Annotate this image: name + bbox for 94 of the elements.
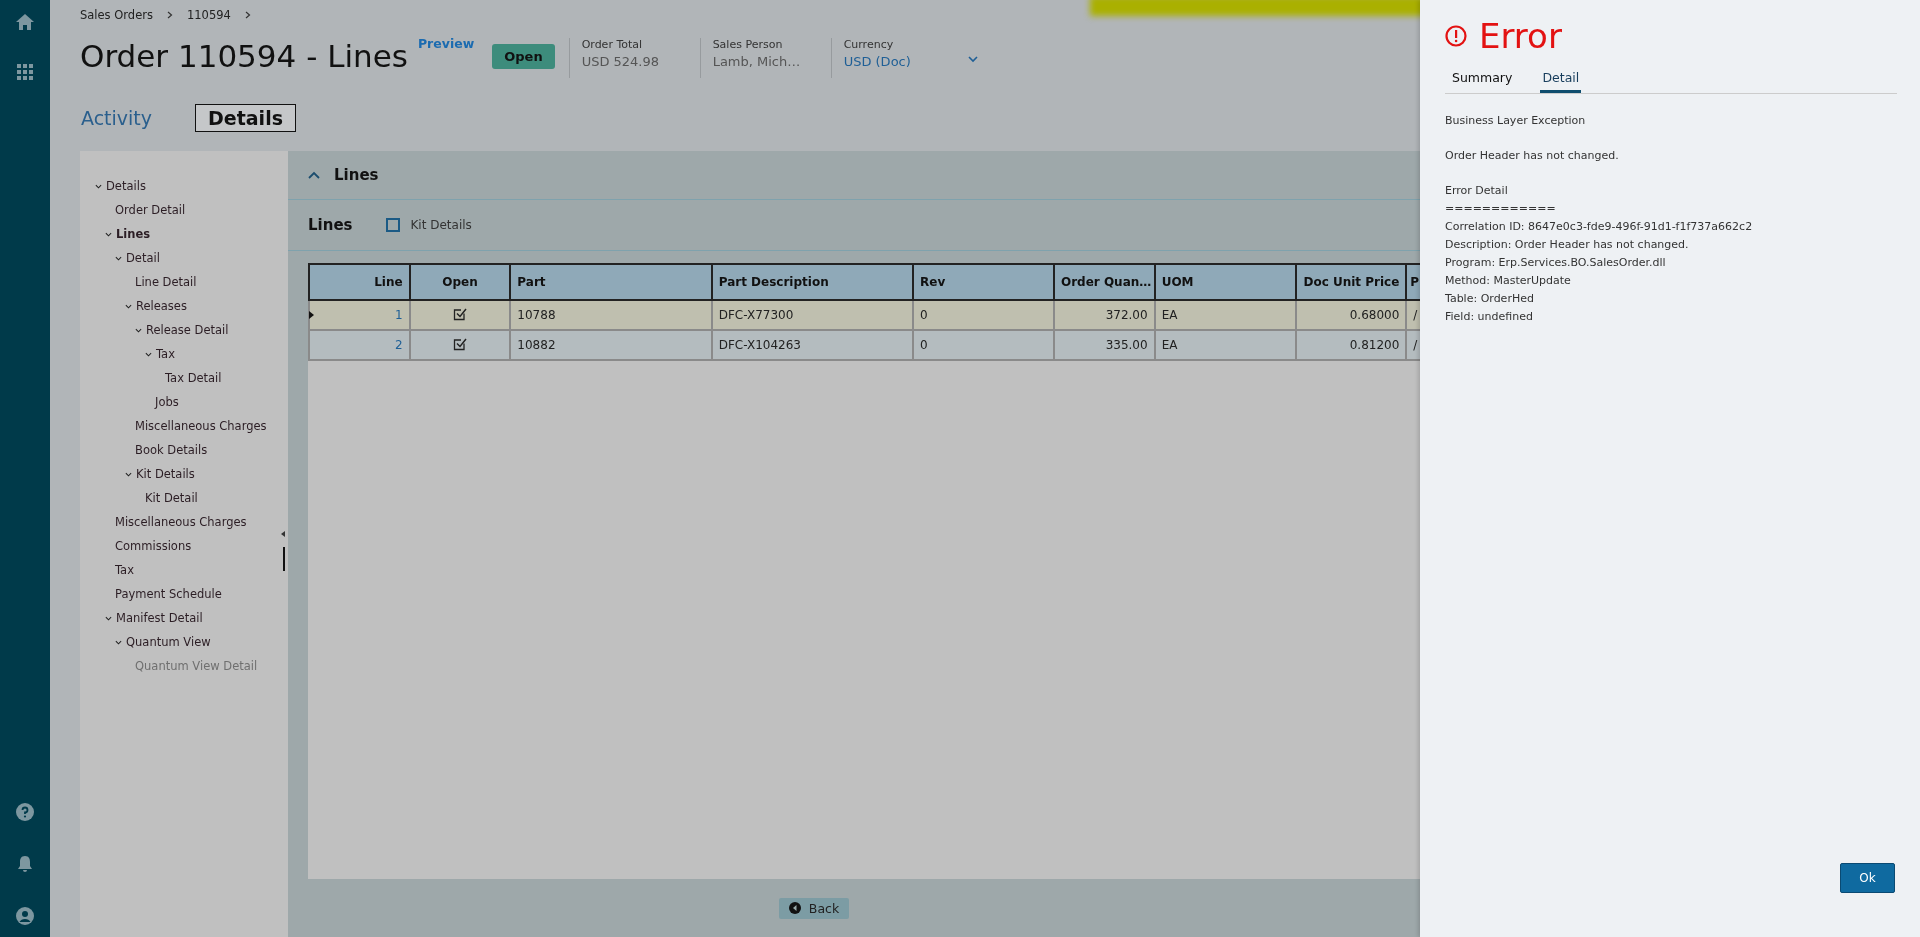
column-header[interactable]: Part Description bbox=[711, 264, 914, 300]
error-text: ============ bbox=[1445, 201, 1557, 217]
table-cell: 335.00 bbox=[1105, 338, 1148, 352]
tree-item[interactable]: Miscellaneous Charges bbox=[135, 419, 267, 433]
table-cell: 372.00 bbox=[1105, 308, 1148, 322]
tree-item[interactable]: Jobs bbox=[155, 395, 179, 409]
bell-icon[interactable] bbox=[17, 855, 33, 873]
checkbox-label: Kit Details bbox=[410, 218, 472, 232]
table-cell: 0.81200 bbox=[1349, 338, 1400, 352]
help-icon[interactable] bbox=[16, 803, 34, 821]
column-header[interactable]: Line bbox=[309, 264, 410, 300]
chevron-icon[interactable] bbox=[125, 302, 132, 310]
field-label: Sales Person bbox=[712, 38, 784, 51]
grid-title: Lines bbox=[308, 216, 353, 234]
line-number: 2 bbox=[395, 338, 403, 352]
chevron-icon[interactable] bbox=[105, 230, 112, 238]
error-text: Correlation ID: 8647e0c3-fde9-496f-91d1-f1f737a662c2 bbox=[1445, 219, 1754, 235]
chevron-icon[interactable] bbox=[115, 254, 122, 262]
tree-item[interactable]: Manifest Detail bbox=[116, 611, 203, 625]
status-badge: Open bbox=[492, 44, 555, 69]
field-value: USD 524.98 bbox=[581, 54, 661, 69]
field-value: Lamb, Mich… bbox=[712, 54, 802, 69]
error-title: Error bbox=[1479, 16, 1562, 56]
error-icon bbox=[1445, 25, 1467, 47]
breadcrumb-link[interactable]: 110594 bbox=[186, 8, 231, 22]
error-text: Error Detail bbox=[1445, 183, 1509, 199]
chevron-icon[interactable] bbox=[135, 326, 142, 334]
tree-item[interactable]: Tax bbox=[115, 563, 134, 577]
error-text: Method: MasterUpdate bbox=[1445, 273, 1572, 289]
error-text: Order Header has not changed. bbox=[1445, 148, 1620, 164]
kit-details-checkbox[interactable] bbox=[386, 218, 401, 232]
tree-item[interactable]: Commissions bbox=[115, 539, 192, 553]
table-cell: EA bbox=[1161, 308, 1178, 322]
chevron-icon[interactable] bbox=[145, 350, 152, 358]
table-cell: 0 bbox=[920, 308, 928, 322]
table-cell: DFC-X77300 bbox=[718, 308, 794, 322]
tree-item[interactable]: Order Detail bbox=[115, 203, 186, 217]
chevron-icon[interactable] bbox=[105, 614, 112, 622]
chevron-right-icon bbox=[166, 11, 173, 19]
tree-item[interactable]: Kit Detail bbox=[145, 491, 198, 505]
tree-item[interactable]: Miscellaneous Charges bbox=[115, 515, 247, 529]
error-tab[interactable]: Summary bbox=[1450, 66, 1515, 93]
home-icon[interactable] bbox=[16, 14, 34, 30]
tree-item[interactable]: Details bbox=[106, 179, 146, 193]
chevron-icon[interactable] bbox=[125, 470, 132, 478]
tree-item[interactable]: Book Details bbox=[135, 443, 208, 457]
apps-grid-icon[interactable] bbox=[17, 64, 33, 80]
table-cell: / bbox=[1413, 338, 1418, 352]
tree-item[interactable]: Tax bbox=[156, 347, 175, 361]
collapse-handle-icon[interactable] bbox=[280, 531, 286, 571]
field-label: Currency bbox=[843, 38, 895, 51]
tree-item[interactable]: Payment Schedule bbox=[115, 587, 222, 601]
column-header[interactable]: Doc Unit Price bbox=[1295, 264, 1407, 300]
page-tab[interactable]: Details bbox=[195, 104, 296, 132]
row-pointer-icon bbox=[309, 311, 314, 319]
chevron-icon[interactable] bbox=[115, 638, 122, 646]
column-header[interactable]: Order Quan… bbox=[1053, 264, 1155, 300]
error-text: Field: undefined bbox=[1445, 309, 1534, 325]
tree-item[interactable]: Releases bbox=[136, 299, 187, 313]
tree-item[interactable]: Tax Detail bbox=[165, 371, 222, 385]
error-text: Table: OrderHed bbox=[1445, 291, 1535, 307]
table-cell: 10882 bbox=[517, 338, 556, 352]
chevron-up-icon[interactable] bbox=[308, 171, 320, 179]
tree-item[interactable]: Lines bbox=[116, 227, 151, 241]
chevron-icon[interactable] bbox=[95, 182, 102, 190]
page-title: Order 110594 - Lines bbox=[80, 38, 408, 74]
tree-item[interactable]: Quantum View bbox=[126, 635, 211, 649]
line-number: 1 bbox=[395, 308, 403, 322]
table-cell: 10788 bbox=[517, 308, 556, 322]
user-icon[interactable] bbox=[16, 907, 34, 925]
column-header[interactable]: UOM bbox=[1154, 264, 1296, 300]
error-tab[interactable]: Detail bbox=[1540, 66, 1582, 93]
table-cell: / bbox=[1413, 308, 1418, 322]
tree-item[interactable]: Release Detail bbox=[146, 323, 229, 337]
column-header[interactable]: Rev bbox=[913, 264, 1054, 300]
ok-button[interactable]: Ok bbox=[1840, 863, 1895, 893]
error-text: Description: Order Header has not changed. bbox=[1445, 237, 1690, 253]
breadcrumb-link[interactable]: Sales Orders bbox=[80, 8, 153, 22]
back-button[interactable]: Back bbox=[778, 897, 850, 919]
error-text: Business Layer Exception bbox=[1445, 113, 1587, 129]
tree-item[interactable]: Kit Details bbox=[136, 467, 195, 481]
section-title: Lines bbox=[334, 166, 379, 184]
error-text: Program: Erp.Services.BO.SalesOrder.dll bbox=[1445, 255, 1667, 271]
tree-item[interactable]: Detail bbox=[126, 251, 160, 265]
column-header[interactable]: Part bbox=[510, 264, 712, 300]
table-cell: 0 bbox=[920, 338, 928, 352]
chevron-right-icon bbox=[244, 11, 251, 19]
table-cell: DFC-X104263 bbox=[718, 338, 801, 352]
table-cell: 0.68000 bbox=[1349, 308, 1400, 322]
chevron-down-icon[interactable] bbox=[967, 56, 978, 63]
tree-item[interactable]: Line Detail bbox=[135, 275, 197, 289]
field-label: Order Total bbox=[581, 38, 644, 51]
column-header[interactable]: Open bbox=[409, 264, 511, 300]
table-cell: EA bbox=[1161, 338, 1178, 352]
